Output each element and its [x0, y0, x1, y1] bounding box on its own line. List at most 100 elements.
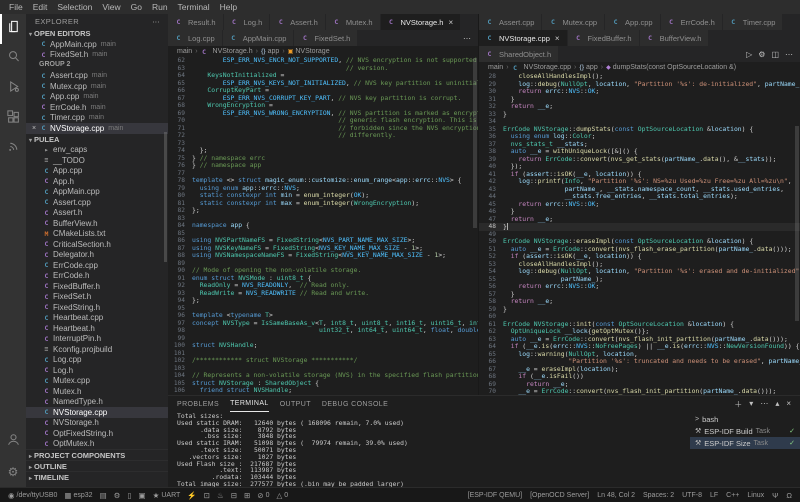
status-monitor[interactable]: ⊡ — [204, 491, 210, 500]
maximize-panel-icon[interactable]: ▴ — [775, 399, 779, 410]
new-terminal-icon[interactable]: ＋ — [734, 399, 742, 410]
tab-assert-h[interactable]: CAssert.h — [270, 14, 326, 30]
activity-espressif[interactable] — [0, 134, 26, 164]
close-icon[interactable]: × — [555, 34, 560, 43]
status-language-mode[interactable]: C++ — [726, 491, 739, 500]
menu-terminal[interactable]: Terminal — [173, 0, 215, 14]
tab-result-h[interactable]: CResult.h — [168, 14, 224, 30]
menu-selection[interactable]: Selection — [52, 0, 97, 14]
close-panel-icon[interactable]: × — [786, 399, 791, 410]
menu-help[interactable]: Help — [215, 0, 242, 14]
activity-explorer[interactable] — [0, 14, 26, 44]
code-editor[interactable]: 62 ESP_ERR_NVS_ENCR_NOT_SUPPORTED, // NV… — [168, 57, 478, 395]
status-serial-port[interactable]: ◉/dev/ttyUSB0 — [8, 491, 57, 500]
tab-log-h[interactable]: CLog.h — [224, 14, 271, 30]
run-icon[interactable]: ▷ — [746, 50, 752, 59]
tree-item[interactable]: CCriticalSection.h — [26, 239, 168, 250]
status-device-target[interactable]: ▦esp32 — [64, 491, 92, 500]
tree-item[interactable]: CFixedSet.h — [26, 292, 168, 303]
tree-item[interactable]: ▸env_caps — [26, 145, 168, 156]
breadcrumb-item[interactable]: ◆dumpStats(const OptSourceLocation &) — [606, 64, 736, 71]
tab-fixedset-h[interactable]: CFixedSet.h — [294, 30, 358, 46]
tree-item[interactable]: CMutex.cpp — [26, 376, 168, 387]
tree-item[interactable]: CAssert.h — [26, 208, 168, 219]
status-feedback[interactable]: Ψ — [772, 491, 778, 500]
status-debug[interactable]: ♨ — [217, 491, 224, 500]
tree-item[interactable]: CErrCode.cpp — [26, 260, 168, 271]
status-openocd-badge[interactable]: [OpenOCD Server] — [530, 491, 589, 500]
status-indentation[interactable]: Spaces: 2 — [643, 491, 674, 500]
status-idf-settings[interactable]: ⚙ — [114, 491, 121, 500]
breadcrumb-item[interactable]: ▣NVStorage — [288, 48, 330, 55]
section-timeline[interactable]: ▸TIMELINE — [26, 471, 168, 482]
status-flash-method[interactable]: ▤ — [100, 491, 107, 500]
breadcrumb-item[interactable]: main — [177, 48, 192, 55]
activity-search[interactable] — [0, 44, 26, 74]
tree-item[interactable]: CLog.h — [26, 365, 168, 376]
tab-bufferview-h[interactable]: CBufferView.h — [640, 30, 710, 46]
status-qemu-badge[interactable]: [ESP-IDF QEMU] — [468, 491, 522, 500]
status-extra[interactable]: ⊞ — [244, 491, 250, 500]
tree-item[interactable]: CApp.h — [26, 176, 168, 187]
status-full-clean[interactable]: ▯ — [127, 491, 131, 500]
status-errors[interactable]: ⊘0 — [257, 491, 269, 500]
section-open-editors[interactable]: ▾OPEN EDITORS — [26, 28, 168, 39]
tree-item[interactable]: COptFixedString.h — [26, 428, 168, 439]
tree-item[interactable]: CMutex.h — [26, 386, 168, 397]
open-editor-item[interactable]: CApp.cppmain — [26, 92, 168, 103]
gear-icon[interactable]: ⚙ — [758, 50, 765, 59]
section-outline[interactable]: ▸OUTLINE — [26, 460, 168, 471]
more-actions-icon[interactable]: ⋯ — [463, 34, 471, 43]
status-cursor-position[interactable]: Ln 48, Col 2 — [597, 491, 635, 500]
tab-nvstorage-cpp[interactable]: CNVStorage.cpp× — [479, 30, 568, 46]
status-flash[interactable]: ⚡ — [187, 491, 196, 500]
tree-item[interactable]: CHeartbeat.cpp — [26, 313, 168, 324]
tab-mutex-h[interactable]: CMutex.h — [326, 14, 381, 30]
tab-sharedobject-h[interactable]: CSharedObject.h — [479, 46, 559, 62]
breadcrumb-item[interactable]: {}app — [579, 64, 597, 71]
terminal-list-item[interactable]: >bash — [690, 413, 800, 425]
tree-item[interactable]: CAssert.cpp — [26, 197, 168, 208]
activity-settings[interactable]: ⚙ — [0, 457, 26, 487]
open-editor-item[interactable]: CAppMain.cppmain — [26, 39, 168, 50]
dropdown-icon[interactable]: ▾ — [749, 399, 753, 410]
terminal-list-item[interactable]: ⚒ESP-IDF SizeTask✓ — [690, 437, 800, 449]
activity-run-debug[interactable] — [0, 74, 26, 104]
tree-item[interactable]: CApp.cpp — [26, 166, 168, 177]
breadcrumb-item[interactable]: CNVStorage.h — [201, 48, 253, 56]
status-flash-uart[interactable]: ★UART — [153, 491, 181, 500]
breadcrumb-item[interactable]: CNVStorage.cpp — [512, 64, 571, 72]
terminal-list-item[interactable]: ⚒ESP-IDF BuildTask✓ — [690, 425, 800, 437]
status-platform[interactable]: Linux — [747, 491, 764, 500]
status-build[interactable]: ▣ — [139, 491, 146, 500]
tab-log-cpp[interactable]: CLog.cpp — [168, 30, 223, 46]
sidebar-scrollbar[interactable] — [164, 132, 167, 262]
status-encoding[interactable]: UTF-8 — [682, 491, 702, 500]
code-editor[interactable]: 28 closeAllHandlesImpl();29 log::debug(N… — [479, 73, 800, 395]
open-editor-item[interactable]: CErrCode.hmain — [26, 102, 168, 113]
tree-item[interactable]: CNVStorage.h — [26, 418, 168, 429]
status-qemu[interactable]: ⊟ — [231, 491, 237, 500]
tab-mutex-cpp[interactable]: CMutex.cpp — [542, 14, 605, 30]
menu-file[interactable]: File — [4, 0, 28, 14]
tree-item[interactable]: CBufferView.h — [26, 218, 168, 229]
panel-tab-terminal[interactable]: TERMINAL — [230, 396, 269, 412]
menu-run[interactable]: Run — [147, 0, 173, 14]
tree-item[interactable]: CFixedString.h — [26, 302, 168, 313]
tree-item[interactable]: CNVStorage.cpp — [26, 407, 168, 418]
section-project-components[interactable]: ▸PROJECT COMPONENTS — [26, 449, 168, 460]
tree-item[interactable]: CInterruptPin.h — [26, 334, 168, 345]
tree-item[interactable]: ≡__TODO — [26, 155, 168, 166]
more-actions-icon[interactable]: ⋯ — [152, 17, 160, 26]
tab-timer-cpp[interactable]: CTimer.cpp — [723, 14, 784, 30]
tree-item[interactable]: CErrCode.h — [26, 271, 168, 282]
tree-item[interactable]: CNamedType.h — [26, 397, 168, 408]
tree-item[interactable]: CHeartbeat.h — [26, 323, 168, 334]
tree-item[interactable]: COptMutex.h — [26, 439, 168, 450]
tree-item[interactable]: ≡Kconfig.projbuild — [26, 344, 168, 355]
status-notifications[interactable]: Ω — [786, 491, 792, 500]
open-editor-item[interactable]: CMutex.cppmain — [26, 81, 168, 92]
open-editor-item[interactable]: CFixedSet.hmain — [26, 50, 168, 61]
menu-go[interactable]: Go — [126, 0, 147, 14]
breadcrumb-item[interactable]: {}app — [261, 48, 279, 55]
